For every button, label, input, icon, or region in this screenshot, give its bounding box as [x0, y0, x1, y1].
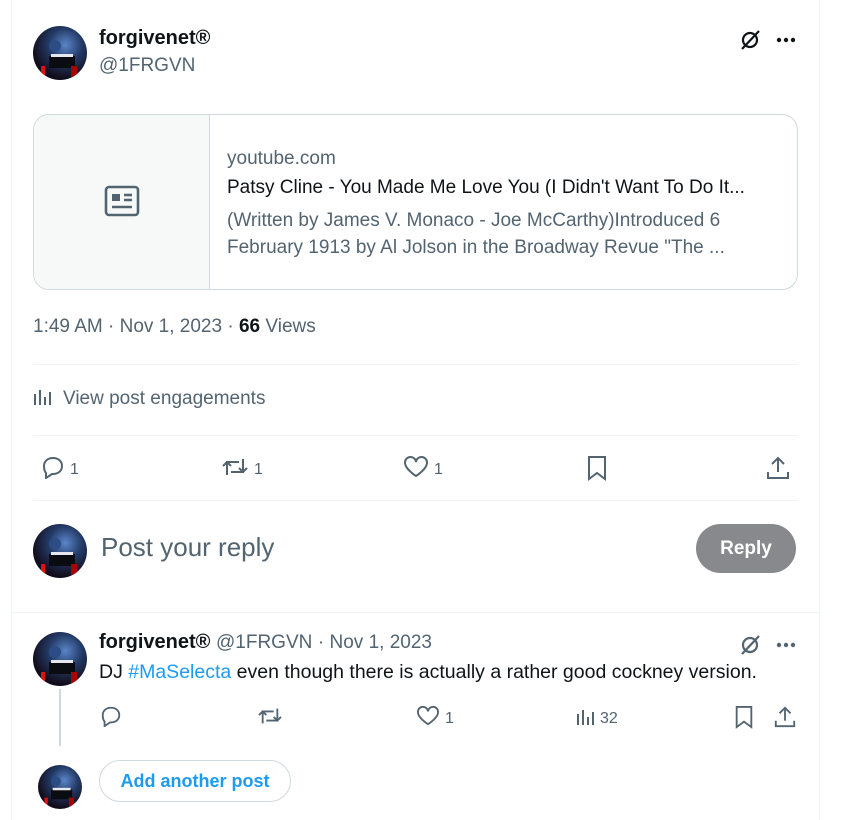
views-count: 66 — [238, 316, 261, 337]
share-icon — [773, 705, 797, 734]
repost-icon — [256, 705, 284, 732]
reply-button[interactable]: 1 — [40, 455, 79, 484]
bookmark-icon — [585, 455, 609, 486]
author-avatar[interactable] — [33, 26, 87, 80]
repost-icon — [220, 455, 250, 484]
reply-text-prefix: DJ — [99, 661, 129, 683]
bookmark-button[interactable] — [585, 455, 609, 486]
card-thumbnail — [34, 115, 210, 289]
divider — [33, 500, 798, 501]
column-border-right — [819, 0, 820, 820]
post-meta: 1:49 AM · Nov 1, 2023 · 66 Views — [33, 316, 316, 337]
like-button[interactable]: 1 — [402, 455, 443, 484]
reply-views-count: 32 — [600, 709, 618, 727]
post-time[interactable]: 1:49 AM — [33, 316, 103, 337]
post-date[interactable]: Nov 1, 2023 — [120, 316, 222, 337]
reply-author-name[interactable]: forgivenet® — [99, 631, 210, 653]
reply-bookmark-button[interactable] — [733, 705, 755, 734]
reply-author-avatar[interactable] — [33, 632, 87, 686]
reply-header: forgivenet® @1FRGVN · Nov 1, 2023 — [99, 631, 432, 653]
author-handle[interactable]: @1FRGVN — [99, 55, 195, 77]
add-another-post-button[interactable]: Add another post — [99, 760, 291, 802]
article-icon — [104, 185, 140, 222]
card-title: Patsy Cline - You Made Me Love You (I Di… — [227, 177, 745, 198]
share-icon — [765, 455, 791, 486]
view-engagements-label: View post engagements — [63, 388, 266, 409]
repost-count: 1 — [254, 460, 263, 478]
card-domain: youtube.com — [227, 148, 336, 169]
grok-icon[interactable] — [736, 631, 764, 659]
reply-like-count: 1 — [445, 709, 454, 727]
compose-avatar[interactable] — [38, 765, 82, 809]
card-description: (Written by James V. Monaco - Joe McCart… — [227, 210, 725, 258]
link-preview-card[interactable]: youtube.com Patsy Cline - You Made Me Lo… — [33, 114, 798, 290]
reply-input[interactable]: Post your reply — [101, 532, 274, 563]
hashtag-link[interactable]: #MaSelecta — [128, 661, 231, 683]
views-label: Views — [265, 316, 316, 337]
reply-submit-button[interactable]: Reply — [696, 524, 796, 573]
divider — [11, 612, 820, 613]
analytics-icon — [576, 706, 596, 731]
repost-button[interactable]: 1 — [220, 455, 263, 484]
like-count: 1 — [434, 460, 443, 478]
analytics-icon — [33, 386, 53, 412]
bookmark-icon — [733, 705, 755, 734]
more-options-icon[interactable] — [772, 26, 800, 54]
reply-reply-button[interactable] — [99, 705, 123, 732]
reply-icon — [40, 455, 66, 484]
reply-count: 1 — [70, 460, 79, 478]
divider — [33, 435, 798, 436]
author-name[interactable]: forgivenet® — [99, 27, 210, 50]
reply-icon — [99, 705, 123, 732]
reply-text-suffix: even though there is actually a rather g… — [231, 661, 757, 683]
my-avatar[interactable] — [33, 524, 87, 578]
column-border-left — [11, 0, 12, 820]
more-options-icon[interactable] — [772, 631, 800, 659]
heart-icon — [402, 455, 430, 484]
divider — [33, 364, 798, 365]
reply-share-button[interactable] — [773, 705, 797, 734]
heart-icon — [415, 705, 441, 732]
reply-text: DJ #MaSelecta even though there is actua… — [99, 661, 757, 684]
reply-author-handle[interactable]: @1FRGVN — [216, 632, 312, 653]
grok-icon[interactable] — [736, 26, 764, 54]
reply-views-button[interactable]: 32 — [576, 706, 618, 731]
share-button[interactable] — [765, 455, 791, 486]
reply-repost-button[interactable] — [256, 705, 284, 732]
reply-like-button[interactable]: 1 — [415, 705, 454, 732]
reply-date[interactable]: Nov 1, 2023 — [330, 632, 432, 653]
view-engagements-link[interactable]: View post engagements — [33, 386, 265, 412]
thread-connector — [59, 689, 61, 746]
